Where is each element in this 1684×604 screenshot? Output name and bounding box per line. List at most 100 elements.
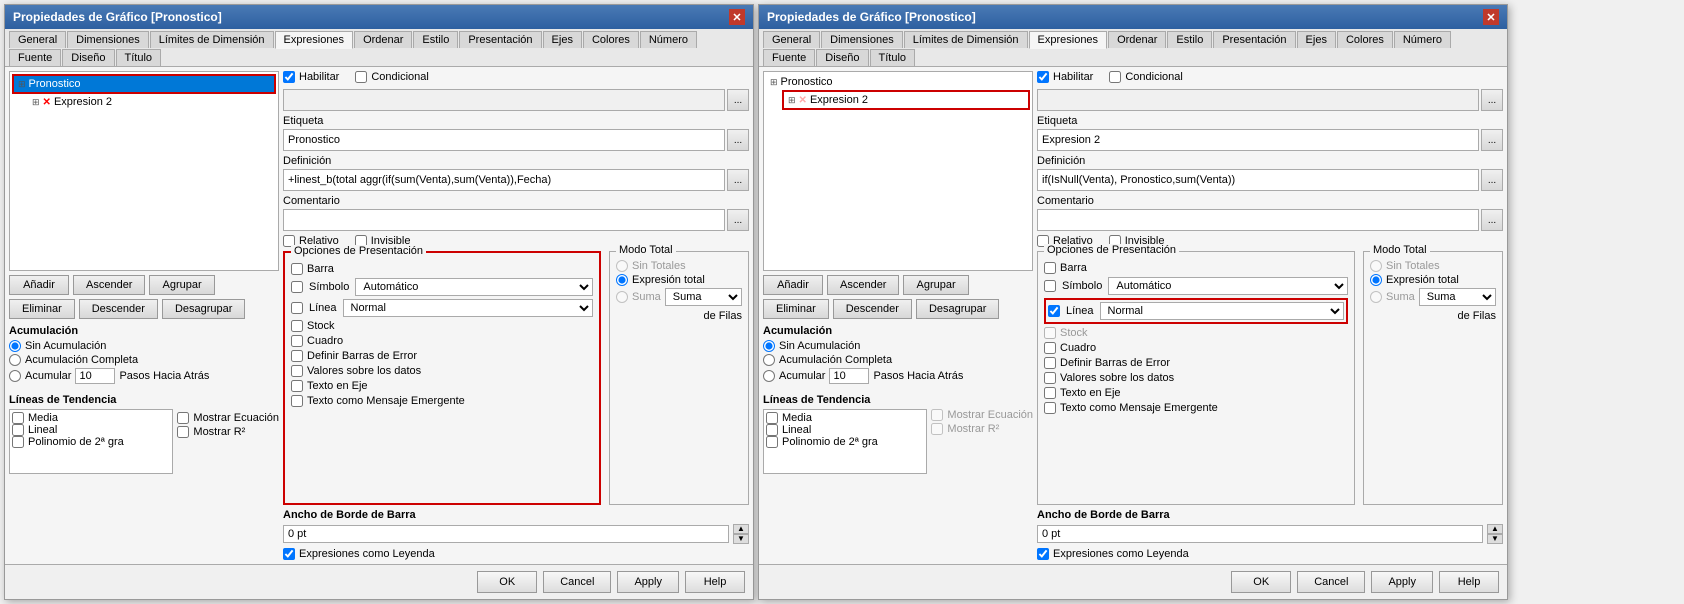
tab-diseno[interactable]: Diseño (62, 49, 114, 66)
definir-barras-checkbox[interactable] (291, 350, 303, 362)
d2-descend-button[interactable]: Descender (833, 299, 912, 319)
d2-tree-item-expresion2[interactable]: ⊞ ✕ Expresion 2 (782, 90, 1030, 110)
d2-tab-ejes[interactable]: Ejes (1297, 31, 1336, 48)
d2-ancho-borde-input[interactable] (1037, 525, 1483, 543)
d2-simbolo-select[interactable]: Automático (1108, 277, 1348, 295)
suma-radio[interactable] (616, 291, 628, 303)
d2-valores-datos-checkbox[interactable] (1044, 372, 1056, 384)
d2-tab-general[interactable]: General (763, 31, 820, 48)
sin-totales-radio[interactable] (616, 260, 628, 272)
d2-tab-limites[interactable]: Límites de Dimensión (904, 31, 1028, 48)
condicion-input[interactable]: IsNull(Venta) (283, 89, 725, 111)
d2-stock-checkbox[interactable] (1044, 327, 1056, 339)
d2-tab-titulo[interactable]: Título (870, 49, 916, 66)
texto-eje-checkbox[interactable] (291, 380, 303, 392)
expresion-total-radio[interactable] (616, 274, 628, 286)
apply-button[interactable]: Apply (617, 571, 679, 593)
dialog2-close-button[interactable]: ✕ (1483, 9, 1499, 25)
d2-ungroup-button[interactable]: Desagrupar (916, 299, 999, 319)
d2-acumular-radio[interactable] (763, 370, 775, 382)
descend-button[interactable]: Descender (79, 299, 158, 319)
cancel-button[interactable]: Cancel (543, 571, 611, 593)
mostrar-r2-checkbox[interactable] (177, 426, 189, 438)
expresiones-leyenda-checkbox[interactable] (283, 548, 295, 560)
mostrar-ecuacion-checkbox[interactable] (177, 412, 189, 424)
tab-presentacion[interactable]: Presentación (459, 31, 541, 48)
tab-limites[interactable]: Límites de Dimensión (150, 31, 274, 48)
d2-habilitar-checkbox[interactable] (1037, 71, 1049, 83)
d2-apply-button[interactable]: Apply (1371, 571, 1433, 593)
condicion-edit-btn[interactable]: ... (727, 89, 749, 111)
help-button[interactable]: Help (685, 571, 745, 593)
tab-ejes[interactable]: Ejes (543, 31, 582, 48)
polinomio-checkbox[interactable] (12, 436, 24, 448)
d2-delete-button[interactable]: Eliminar (763, 299, 829, 319)
definicion-edit-btn[interactable]: ... (727, 169, 749, 191)
acumular-input[interactable] (75, 368, 115, 384)
comentario-input[interactable] (283, 209, 725, 231)
d2-cuadro-checkbox[interactable] (1044, 342, 1056, 354)
comentario-edit-btn[interactable]: ... (727, 209, 749, 231)
d2-linea-checkbox[interactable] (1048, 305, 1060, 317)
d2-suma-radio[interactable] (1370, 291, 1382, 303)
d2-definir-barras-checkbox[interactable] (1044, 357, 1056, 369)
d2-cancel-button[interactable]: Cancel (1297, 571, 1365, 593)
suma-select[interactable]: Suma (665, 288, 742, 306)
lineal-checkbox[interactable] (12, 424, 24, 436)
d2-mostrar-ecuacion-checkbox[interactable] (931, 409, 943, 421)
d2-tab-numero[interactable]: Número (1394, 31, 1451, 48)
d2-tab-diseno[interactable]: Diseño (816, 49, 868, 66)
condicional-checkbox[interactable] (355, 71, 367, 83)
d2-sin-totales-radio[interactable] (1370, 260, 1382, 272)
d2-comentario-edit-btn[interactable]: ... (1481, 209, 1503, 231)
d2-definicion-edit-btn[interactable]: ... (1481, 169, 1503, 191)
dialog1-close-button[interactable]: ✕ (729, 9, 745, 25)
d2-mostrar-r2-checkbox[interactable] (931, 423, 943, 435)
d2-add-button[interactable]: Añadir (763, 275, 823, 295)
ascend-button[interactable]: Ascender (73, 275, 145, 295)
d2-condicion-input[interactable]: IsNull(Venta) (1037, 89, 1479, 111)
definicion-input[interactable] (283, 169, 725, 191)
d2-tree-item-pronostico[interactable]: ⊞ Pronostico (766, 74, 1030, 90)
stock-checkbox[interactable] (291, 320, 303, 332)
d2-simbolo-checkbox[interactable] (1044, 280, 1056, 292)
barra-checkbox[interactable] (291, 263, 303, 275)
dialog2-tree[interactable]: ⊞ Pronostico ⊞ ✕ Expresion 2 (763, 71, 1033, 271)
etiqueta-edit-btn[interactable]: ... (727, 129, 749, 151)
tab-fuente[interactable]: Fuente (9, 49, 61, 66)
d2-barra-checkbox[interactable] (1044, 262, 1056, 274)
d2-group-button[interactable]: Agrupar (903, 275, 968, 295)
linea-select[interactable]: Normal (343, 299, 593, 317)
linea-checkbox[interactable] (291, 302, 303, 314)
d2-condicion-edit-btn[interactable]: ... (1481, 89, 1503, 111)
ungroup-button[interactable]: Desagrupar (162, 299, 245, 319)
d2-tab-colores[interactable]: Colores (1337, 31, 1393, 48)
d2-tendencia-list[interactable]: Media Lineal Polinomio de 2ª gra (763, 409, 927, 474)
ancho-borde-input[interactable] (283, 525, 729, 543)
tree-item-expresion2[interactable]: ⊞ ✕ Expresion 2 (28, 94, 276, 110)
d2-expresion-total-radio[interactable] (1370, 274, 1382, 286)
d2-comentario-input[interactable] (1037, 209, 1479, 231)
d2-tab-presentacion[interactable]: Presentación (1213, 31, 1295, 48)
d2-suma-select[interactable]: Suma (1419, 288, 1496, 306)
d2-definicion-input[interactable] (1037, 169, 1479, 191)
d2-ancho-down-btn[interactable]: ▼ (1487, 534, 1503, 544)
d2-sin-acumulacion-radio[interactable] (763, 340, 775, 352)
tab-general[interactable]: General (9, 31, 66, 48)
simbolo-select[interactable]: Automático (355, 278, 593, 296)
d2-texto-eje-checkbox[interactable] (1044, 387, 1056, 399)
d2-ancho-up-btn[interactable]: ▲ (1487, 524, 1503, 534)
acumular-radio[interactable] (9, 370, 21, 382)
tab-colores[interactable]: Colores (583, 31, 639, 48)
valores-datos-checkbox[interactable] (291, 365, 303, 377)
d2-condicional-checkbox[interactable] (1109, 71, 1121, 83)
d2-linea-select[interactable]: Normal (1100, 302, 1344, 320)
acumulacion-completa-radio[interactable] (9, 354, 21, 366)
tab-expresiones[interactable]: Expresiones (275, 31, 354, 49)
d2-acumular-input[interactable] (829, 368, 869, 384)
tab-estilo[interactable]: Estilo (413, 31, 458, 48)
simbolo-checkbox[interactable] (291, 281, 303, 293)
d2-acumulacion-completa-radio[interactable] (763, 354, 775, 366)
tree-item-pronostico[interactable]: ⊞ Pronostico (12, 74, 276, 94)
d2-tab-ordenar[interactable]: Ordenar (1108, 31, 1166, 48)
